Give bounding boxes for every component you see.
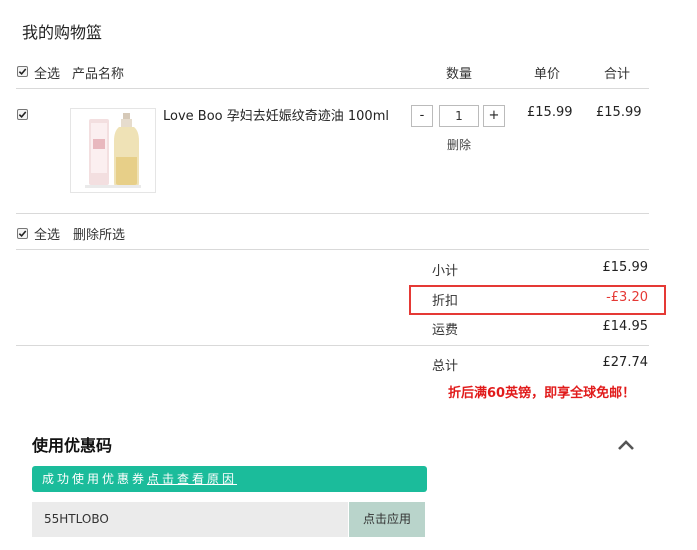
divider (16, 88, 649, 89)
select-all-checkbox-bottom[interactable] (17, 228, 28, 239)
shipping-label: 运费 (432, 323, 459, 338)
product-bottle-image (85, 113, 141, 188)
discount-value: -£3.20 (606, 290, 648, 305)
checkmark-icon (18, 230, 27, 238)
select-all-label-bottom[interactable]: 全选 (34, 224, 60, 243)
product-name[interactable]: Love Boo 孕妇去妊娠纹奇迹油 100ml (163, 105, 389, 124)
item-unit-price: £15.99 (527, 105, 573, 120)
unit-price-header: 单价 (534, 67, 561, 82)
apply-coupon-button[interactable]: 点击应用 (349, 502, 425, 537)
checkmark-icon (18, 68, 27, 76)
quantity-decrease-button[interactable]: - (411, 105, 433, 127)
coupon-code-input[interactable]: 55HTLOBO (32, 502, 348, 537)
select-all-checkbox-top[interactable] (17, 66, 28, 77)
quantity-header: 数量 (446, 67, 473, 82)
coupon-success-text: 成功使用优惠券 (42, 472, 148, 486)
free-shipping-promo: 折后满60英镑，即享全球免邮！ (448, 386, 636, 401)
total-header: 合计 (604, 67, 631, 82)
chevron-up-icon (618, 440, 634, 450)
delete-item-link[interactable]: 删除 (447, 136, 471, 153)
page-title: 我的购物篮 (22, 23, 103, 42)
subtotal-value: £15.99 (602, 260, 649, 275)
shipping-value: £14.95 (602, 319, 649, 334)
coupon-reason-link[interactable]: 点击查看原因 (147, 472, 237, 486)
quantity-increase-button[interactable]: + (483, 105, 505, 127)
checkmark-icon (18, 111, 27, 119)
total-value: £27.74 (602, 355, 649, 370)
delete-selected-link[interactable]: 删除所选 (73, 224, 125, 243)
item-line-total: £15.99 (596, 105, 642, 120)
subtotal-label: 小计 (432, 264, 459, 279)
divider (16, 345, 649, 346)
collapse-toggle[interactable] (617, 436, 635, 450)
divider (16, 249, 649, 250)
total-label: 总计 (432, 359, 459, 374)
select-all-label-top[interactable]: 全选 (34, 63, 60, 82)
coupon-success-banner: 成功使用优惠券点击查看原因 (32, 466, 427, 492)
product-name-header: 产品名称 (72, 67, 125, 82)
item-checkbox[interactable] (17, 109, 28, 120)
discount-label: 折扣 (432, 294, 459, 309)
divider (16, 213, 649, 214)
coupon-section-title: 使用优惠码 (32, 436, 113, 455)
product-thumbnail[interactable] (70, 108, 156, 193)
quantity-input[interactable]: 1 (439, 105, 479, 127)
